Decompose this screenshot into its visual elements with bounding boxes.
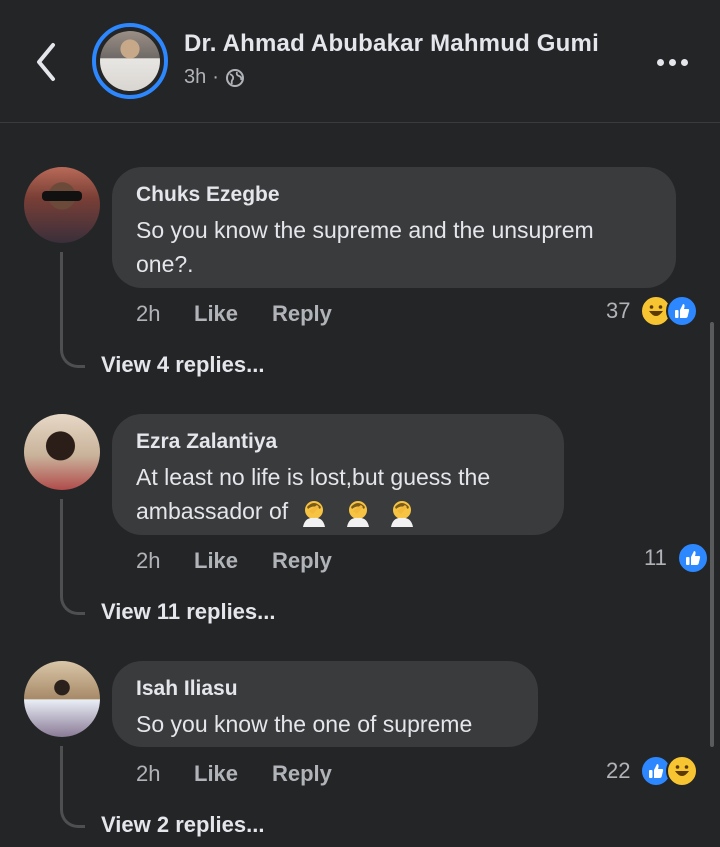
- more-dot-icon: [680, 58, 688, 66]
- thread-line: [60, 746, 85, 828]
- facepalm-emoji-icon: [302, 500, 325, 527]
- like-button[interactable]: Like: [194, 761, 272, 787]
- page-avatar-image: [100, 31, 160, 91]
- comment-text-line: one?.: [136, 251, 194, 277]
- more-dot-icon: [656, 58, 664, 66]
- reply-button[interactable]: Reply: [272, 548, 332, 574]
- avatar-detail: [42, 191, 82, 201]
- comment-time: 2h: [136, 761, 161, 786]
- reaction-summary[interactable]: 37: [606, 295, 699, 327]
- comment-text-line-2: ambassador of: [136, 494, 540, 529]
- reply-button[interactable]: Reply: [272, 301, 332, 327]
- more-dot-icon: [668, 58, 676, 66]
- comment-text-line: So you know the one of supreme: [136, 711, 473, 737]
- view-replies-link[interactable]: View 4 replies...: [101, 352, 264, 378]
- comment-time: 2h: [136, 301, 161, 326]
- facepalm-emoji-icon: [391, 500, 414, 527]
- facepalm-emoji-icon: [346, 500, 369, 527]
- comment-text-line: At least no life is lost,but guess the: [136, 464, 491, 490]
- like-icon: [676, 542, 709, 574]
- more-options-button[interactable]: [652, 50, 692, 74]
- comment-bubble[interactable]: Ezra Zalantiya At least no life is lost,…: [112, 414, 564, 535]
- comment-time: 2h: [136, 548, 161, 573]
- comment-bubble[interactable]: Chuks Ezegbe So you know the supreme and…: [112, 167, 676, 288]
- reaction-count: 22: [606, 758, 631, 783]
- reply-button[interactable]: Reply: [272, 761, 332, 787]
- post-meta: 3h ·: [184, 66, 245, 89]
- post-header: Dr. Ahmad Abubakar Mahmud Gumi 3h ·: [0, 0, 720, 123]
- globe-icon: [225, 68, 244, 87]
- reaction-summary[interactable]: 22: [606, 755, 699, 787]
- comment-author[interactable]: Isah Iliasu: [136, 675, 514, 703]
- commenter-avatar[interactable]: [24, 167, 100, 243]
- comment-text-line: ambassador of: [136, 498, 289, 524]
- comment-actions: 2h Like Reply: [136, 761, 332, 787]
- meta-separator: ·: [212, 66, 219, 88]
- thread-line: [60, 499, 85, 615]
- view-replies-link[interactable]: View 2 replies...: [101, 812, 264, 838]
- comment-text: So you know the one of supreme: [136, 707, 514, 741]
- comment-actions: 2h Like Reply: [136, 548, 332, 574]
- reaction-summary[interactable]: 11: [644, 542, 709, 574]
- post-time: 3h: [184, 66, 207, 88]
- reaction-count: 11: [644, 545, 667, 570]
- back-button[interactable]: [22, 36, 70, 88]
- like-icon: [666, 295, 699, 327]
- scrollbar[interactable]: [710, 322, 714, 747]
- comment-author[interactable]: Ezra Zalantiya: [136, 428, 540, 456]
- thread-line: [60, 252, 85, 368]
- commenter-avatar[interactable]: [24, 414, 100, 490]
- like-button[interactable]: Like: [194, 301, 272, 327]
- like-button[interactable]: Like: [194, 548, 272, 574]
- comment-bubble[interactable]: Isah Iliasu So you know the one of supre…: [112, 661, 538, 747]
- page-avatar[interactable]: [92, 23, 168, 99]
- reaction-count: 37: [606, 298, 631, 323]
- comment-author[interactable]: Chuks Ezegbe: [136, 181, 652, 209]
- comment-text: At least no life is lost,but guess the a…: [136, 460, 540, 529]
- view-replies-link[interactable]: View 11 replies...: [101, 599, 276, 625]
- page-name[interactable]: Dr. Ahmad Abubakar Mahmud Gumi: [184, 30, 599, 58]
- commenter-avatar[interactable]: [24, 661, 100, 737]
- comment-text-line: So you know the supreme and the unsuprem: [136, 217, 594, 243]
- haha-icon: [666, 755, 699, 787]
- chevron-left-icon: [37, 43, 55, 81]
- comment-actions: 2h Like Reply: [136, 301, 332, 327]
- comment-text: So you know the supreme and the unsuprem…: [136, 213, 652, 281]
